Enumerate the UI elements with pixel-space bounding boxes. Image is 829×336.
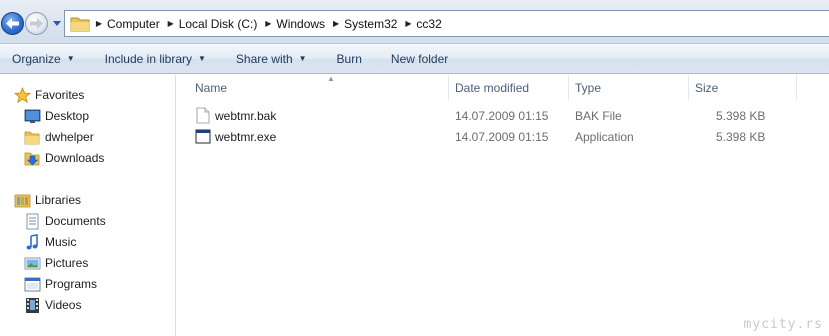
- music-icon: [26, 234, 38, 250]
- organize-button[interactable]: Organize ▼: [12, 44, 75, 74]
- column-header-type[interactable]: Type: [569, 75, 689, 100]
- folder-icon: [70, 17, 90, 31]
- videos-icon: [26, 298, 39, 313]
- navigation-pane: Favorites Desktop dwhelper Downloads Lib…: [0, 75, 176, 336]
- file-row[interactable]: webtmr.exe 14.07.2009 01:15 Application …: [187, 127, 787, 147]
- file-name: webtmr.bak: [215, 109, 277, 123]
- file-name: webtmr.exe: [215, 130, 277, 144]
- address-bar: ▶ Computer ▶ Local Disk (C:) ▶ Windows ▶…: [0, 0, 829, 44]
- sidebar-libraries-label: Libraries: [35, 193, 82, 207]
- breadcrumb-system32[interactable]: System32: [343, 17, 401, 31]
- forward-button[interactable]: [25, 12, 48, 35]
- command-bar: Organize ▼ Include in library ▼ Share wi…: [0, 44, 829, 74]
- file-date: 14.07.2009 01:15: [455, 109, 549, 123]
- folder-icon: [24, 131, 40, 145]
- desktop-icon: [24, 109, 41, 123]
- breadcrumb-separator-icon[interactable]: ▶: [401, 19, 415, 28]
- libraries-icon: [14, 194, 31, 208]
- sidebar-item-label: Programs: [45, 277, 98, 291]
- column-header-name-label: Name: [195, 80, 228, 95]
- include-in-library-label: Include in library: [104, 51, 192, 66]
- column-header-type-label: Type: [575, 80, 602, 95]
- forward-arrow-icon: [30, 18, 43, 29]
- share-with-label: Share with: [235, 51, 293, 66]
- documents-icon: [26, 213, 39, 230]
- breadcrumb-local-disk[interactable]: Local Disk (C:): [178, 17, 262, 31]
- column-header-size[interactable]: Size: [689, 75, 797, 100]
- programs-icon: [24, 277, 41, 292]
- column-header-date-modified[interactable]: Date modified: [449, 75, 569, 100]
- breadcrumb-computer[interactable]: Computer: [106, 17, 164, 31]
- back-button[interactable]: [1, 12, 24, 35]
- back-arrow-icon: [6, 18, 19, 29]
- file-type: Application: [575, 130, 634, 144]
- sidebar-favorites-label: Favorites: [35, 88, 85, 102]
- sidebar-item-label: dwhelper: [45, 130, 94, 144]
- file-size: 5.398 KB: [716, 109, 766, 123]
- sidebar-item-label: Desktop: [45, 109, 90, 123]
- file-size: 5.398 KB: [716, 130, 766, 144]
- address-breadcrumb[interactable]: ▶ Computer ▶ Local Disk (C:) ▶ Windows ▶…: [64, 10, 829, 37]
- share-with-button[interactable]: Share with ▼: [236, 44, 307, 74]
- chevron-down-icon: ▼: [298, 54, 307, 63]
- new-folder-label: New folder: [390, 51, 449, 66]
- file-row[interactable]: webtmr.bak 14.07.2009 01:15 BAK File 5.3…: [187, 106, 787, 126]
- generic-file-icon: [196, 107, 210, 124]
- sidebar-item-label: Documents: [45, 214, 106, 228]
- pictures-icon: [24, 257, 41, 270]
- column-header-size-label: Size: [695, 80, 719, 95]
- sidebar-item-label: Videos: [45, 298, 82, 312]
- column-header-name[interactable]: Name ▲: [189, 74, 449, 100]
- breadcrumb-separator-icon[interactable]: ▶: [329, 19, 343, 28]
- file-list: Name ▲ Date modified Type Size webtmr.ba…: [177, 74, 829, 336]
- burn-label: Burn: [336, 51, 362, 66]
- sidebar-item-label: Music: [45, 235, 77, 249]
- sidebar-item-label: Pictures: [45, 256, 89, 270]
- column-header-date-label: Date modified: [455, 80, 530, 95]
- star-icon: [14, 87, 31, 104]
- breadcrumb-windows[interactable]: Windows: [275, 17, 329, 31]
- chevron-down-icon: ▼: [198, 54, 206, 63]
- sidebar-item-label: Downloads: [45, 151, 105, 165]
- file-type: BAK File: [575, 109, 622, 123]
- breadcrumb-separator-icon[interactable]: ▶: [92, 19, 106, 28]
- organize-label: Organize: [12, 51, 61, 66]
- watermark: mycity.rs: [743, 317, 823, 332]
- breadcrumb-separator-icon[interactable]: ▶: [261, 19, 275, 28]
- breadcrumb-separator-icon[interactable]: ▶: [164, 19, 178, 28]
- sort-ascending-icon: ▲: [327, 74, 335, 83]
- application-icon: [195, 129, 211, 144]
- file-date: 14.07.2009 01:15: [455, 130, 549, 144]
- downloads-icon: [24, 152, 40, 166]
- recent-pages-chevron-icon[interactable]: [51, 17, 63, 29]
- breadcrumb-cc32[interactable]: cc32: [415, 17, 445, 31]
- include-in-library-button[interactable]: Include in library ▼: [105, 44, 206, 74]
- chevron-down-icon: ▼: [66, 54, 75, 63]
- new-folder-button[interactable]: New folder: [391, 44, 448, 74]
- burn-button[interactable]: Burn: [337, 44, 362, 74]
